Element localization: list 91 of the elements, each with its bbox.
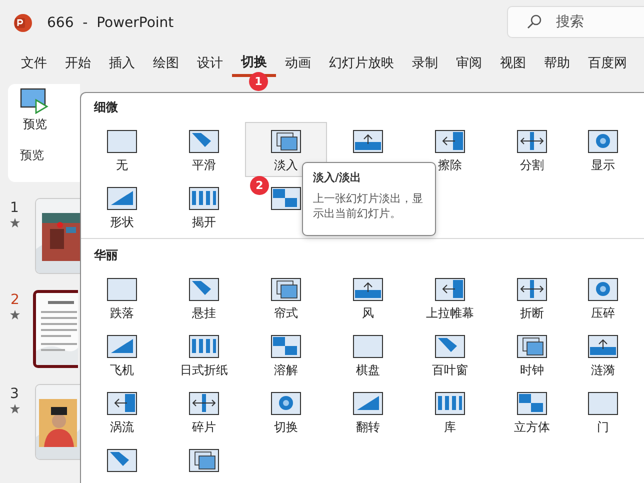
transition-icon	[271, 130, 301, 153]
star-icon	[10, 404, 20, 414]
transition-option[interactable]: 涡流	[81, 384, 163, 439]
star-icon	[10, 310, 20, 320]
section-heading: 华丽	[94, 247, 119, 264]
ribbon-tab[interactable]: 视图	[491, 49, 535, 77]
transition-option[interactable]: 日式折纸	[163, 327, 245, 382]
slide-number: 3	[10, 386, 19, 402]
transition-option[interactable]: 溶解	[245, 327, 327, 382]
transition-option[interactable]: 涟漪	[573, 327, 633, 382]
ribbon-tab[interactable]: 审阅	[447, 49, 491, 77]
transition-icon	[107, 335, 137, 358]
transition-icon	[189, 449, 219, 472]
transition-icon	[107, 187, 137, 210]
ribbon-tab[interactable]: 绘图	[144, 49, 188, 77]
ribbon-tab[interactable]: 百度网	[579, 49, 636, 77]
transition-icon	[588, 335, 618, 358]
transition-icon	[107, 278, 137, 301]
transition-icon	[189, 187, 219, 210]
transition-option[interactable]: 飞机	[81, 327, 163, 382]
ribbon-tab[interactable]: 幻灯片放映	[320, 49, 403, 77]
ribbon-tab[interactable]: 设计	[188, 49, 232, 77]
transition-option[interactable]: 库	[409, 384, 491, 439]
ribbon-tab[interactable]: 录制	[403, 49, 447, 77]
ribbon-tab[interactable]: 插入	[100, 49, 144, 77]
ribbon-tab[interactable]: 文件	[12, 49, 56, 77]
transition-icon	[107, 130, 137, 153]
transition-icon	[435, 130, 465, 153]
transition-icon	[189, 335, 219, 358]
transition-option[interactable]: 显示	[573, 122, 633, 177]
transition-icon	[517, 335, 547, 358]
transition-icon	[353, 392, 383, 415]
transition-option[interactable]: 揭开	[163, 179, 245, 234]
search-input[interactable]: 搜索	[554, 13, 638, 31]
transition-icon	[107, 449, 137, 472]
transition-icon	[271, 187, 301, 210]
transition-option[interactable]: 翻转	[327, 384, 409, 439]
transition-icon	[271, 392, 301, 415]
search-field[interactable]: 搜索	[507, 6, 644, 38]
transition-option[interactable]: 上拉帷幕	[409, 270, 491, 325]
transition-option[interactable]: 平滑	[163, 122, 245, 177]
transition-icon	[435, 392, 465, 415]
transition-option[interactable]: 悬挂	[163, 270, 245, 325]
transition-icon	[353, 335, 383, 358]
transition-option[interactable]: 无	[81, 122, 163, 177]
search-icon	[526, 14, 542, 30]
slide-thumbnail[interactable]	[33, 290, 78, 368]
preview-icon	[20, 88, 50, 114]
tooltip-text: 上一张幻灯片淡出，显示出当前幻灯片。	[313, 191, 424, 221]
transition-icon	[107, 392, 137, 415]
transition-icon	[271, 278, 301, 301]
slide-number: 2	[10, 292, 20, 308]
transition-icon	[588, 278, 618, 301]
transition-option[interactable]: 风	[327, 270, 409, 325]
transition-icon	[189, 130, 219, 153]
star-icon	[10, 218, 20, 228]
group-label: 预览	[20, 147, 44, 164]
ribbon-tab[interactable]: 动画	[276, 49, 320, 77]
powerpoint-logo-icon	[13, 13, 33, 33]
transition-icon	[588, 392, 618, 415]
transition-option[interactable]: 碎片	[163, 384, 245, 439]
ribbon-tab[interactable]: 开始	[56, 49, 100, 77]
transition-option[interactable]: 棋盘	[327, 327, 409, 382]
transition-option[interactable]: 切换	[245, 384, 327, 439]
transition-option[interactable]: 门	[573, 384, 633, 439]
step-badge: 1	[249, 72, 268, 91]
transition-option[interactable]: 折断	[491, 270, 573, 325]
transition-option[interactable]: 形状	[81, 179, 163, 234]
transition-option[interactable]: 帘式	[245, 270, 327, 325]
transition-option[interactable]: 跌落	[81, 270, 163, 325]
transition-option[interactable]: 立方体	[491, 384, 573, 439]
transition-icon	[517, 130, 547, 153]
transition-icon	[435, 278, 465, 301]
transition-option[interactable]: 百叶窗	[409, 327, 491, 382]
ribbon-tab[interactable]: 帮助	[535, 49, 579, 77]
transition-icon	[435, 335, 465, 358]
transition-icon	[189, 278, 219, 301]
transition-icon	[353, 130, 383, 153]
transition-option[interactable]: 压碎	[573, 270, 633, 325]
transition-icon	[517, 392, 547, 415]
transition-icon	[353, 278, 383, 301]
transition-icon	[271, 335, 301, 358]
transition-option[interactable]: 分割	[491, 122, 573, 177]
section-heading: 细微	[94, 99, 119, 116]
transition-icon	[588, 130, 618, 153]
window-title: 666 - PowerPoint	[47, 15, 174, 31]
transition-icon	[189, 392, 219, 415]
slide-number: 1	[10, 200, 19, 216]
preview-button[interactable]: 预览	[18, 88, 52, 133]
transition-icon	[517, 278, 547, 301]
transition-option[interactable]: 时钟	[491, 327, 573, 382]
